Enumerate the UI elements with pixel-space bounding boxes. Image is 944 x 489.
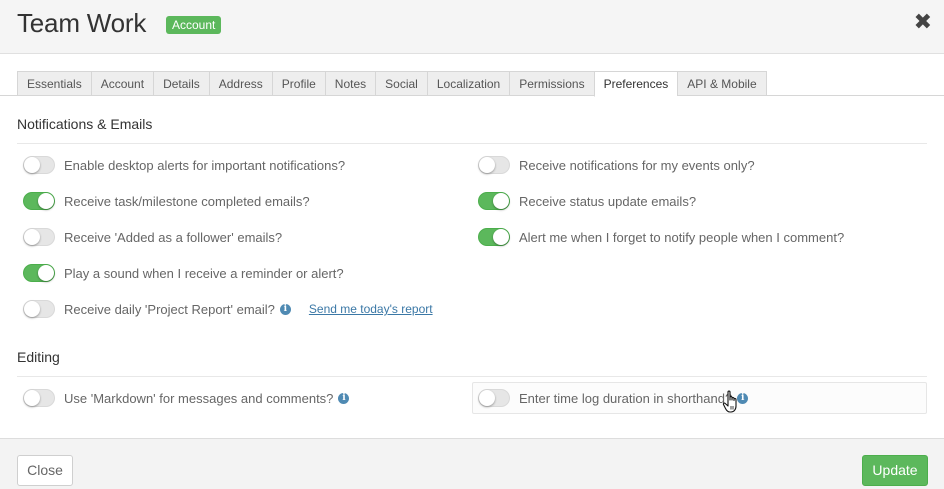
toggle-knob [24, 157, 40, 173]
info-icon[interactable]: i [279, 303, 291, 315]
option-time-log-shorthand: Enter time log duration in shorthand? i [478, 388, 749, 408]
option-forget-notify-alert: Alert me when I forget to notify people … [478, 227, 844, 247]
option-my-events-only: Receive notifications for my events only… [478, 155, 755, 175]
toggle-knob [479, 157, 495, 173]
tab-permissions[interactable]: Permissions [509, 71, 594, 96]
tab-bar: Essentials Account Details Address Profi… [17, 71, 767, 97]
play-sound-toggle[interactable] [23, 264, 55, 282]
toggle-knob [24, 301, 40, 317]
option-follower-emails: Receive 'Added as a follower' emails? [23, 227, 282, 247]
section-divider [17, 376, 927, 377]
option-project-report: Receive daily 'Project Report' email? i … [23, 299, 433, 319]
modal-header: Team Work Account ✖ [0, 0, 944, 54]
modal-title: Team Work [17, 8, 147, 38]
toggle-knob [479, 390, 495, 406]
option-label: Use 'Markdown' for messages and comments… [64, 390, 334, 406]
option-desktop-alerts: Enable desktop alerts for important noti… [23, 155, 345, 175]
info-icon[interactable]: i [338, 392, 350, 404]
toggle-knob [24, 390, 40, 406]
option-label: Enable desktop alerts for important noti… [64, 157, 346, 173]
notifications-section-title: Notifications & Emails [17, 116, 153, 132]
markdown-toggle[interactable] [23, 389, 55, 407]
desktop-alerts-toggle[interactable] [23, 156, 55, 174]
send-report-link[interactable]: Send me today's report [309, 302, 433, 316]
tab-localization[interactable]: Localization [426, 71, 510, 96]
my-events-only-toggle[interactable] [478, 156, 510, 174]
project-report-toggle[interactable] [23, 300, 55, 318]
tab-notes[interactable]: Notes [324, 71, 376, 96]
hand-pointer-icon [722, 390, 737, 413]
account-badge: Account [166, 16, 222, 34]
close-button[interactable]: Close [17, 455, 73, 486]
option-label: Alert me when I forget to notify people … [519, 229, 845, 245]
tab-details[interactable]: Details [153, 71, 209, 96]
tab-api-mobile[interactable]: API & Mobile [677, 71, 767, 96]
modal-footer: Close Update [0, 438, 944, 489]
option-label: Play a sound when I receive a reminder o… [64, 265, 344, 281]
tab-account[interactable]: Account [90, 71, 154, 96]
task-completed-emails-toggle[interactable] [23, 192, 55, 210]
option-label: Receive task/milestone completed emails? [64, 193, 310, 209]
follower-emails-toggle[interactable] [23, 228, 55, 246]
tab-social[interactable]: Social [375, 71, 427, 96]
option-task-completed-emails: Receive task/milestone completed emails? [23, 191, 310, 211]
option-label: Receive daily 'Project Report' email? [64, 301, 275, 317]
option-label: Receive status update emails? [519, 193, 697, 209]
tab-essentials[interactable]: Essentials [17, 71, 91, 96]
section-divider [17, 143, 927, 144]
status-update-emails-toggle[interactable] [478, 192, 510, 210]
editing-section-title: Editing [17, 349, 60, 365]
toggle-knob [24, 229, 40, 245]
option-label: Enter time log duration in shorthand? [519, 390, 733, 406]
tab-profile[interactable]: Profile [271, 71, 325, 96]
tab-address[interactable]: Address [208, 71, 272, 96]
toggle-knob [493, 229, 509, 245]
toggle-knob [38, 193, 54, 209]
option-markdown: Use 'Markdown' for messages and comments… [23, 388, 350, 408]
toggle-knob [38, 265, 54, 281]
option-label: Receive 'Added as a follower' emails? [64, 229, 283, 245]
option-label: Receive notifications for my events only… [519, 157, 755, 173]
time-log-shorthand-toggle[interactable] [478, 389, 510, 407]
option-status-update-emails: Receive status update emails? [478, 191, 696, 211]
forget-notify-alert-toggle[interactable] [478, 228, 510, 246]
close-icon[interactable]: ✖ [914, 11, 932, 33]
tab-preferences[interactable]: Preferences [593, 71, 678, 97]
toggle-knob [493, 193, 509, 209]
option-play-sound: Play a sound when I receive a reminder o… [23, 263, 344, 283]
update-button[interactable]: Update [862, 455, 928, 486]
